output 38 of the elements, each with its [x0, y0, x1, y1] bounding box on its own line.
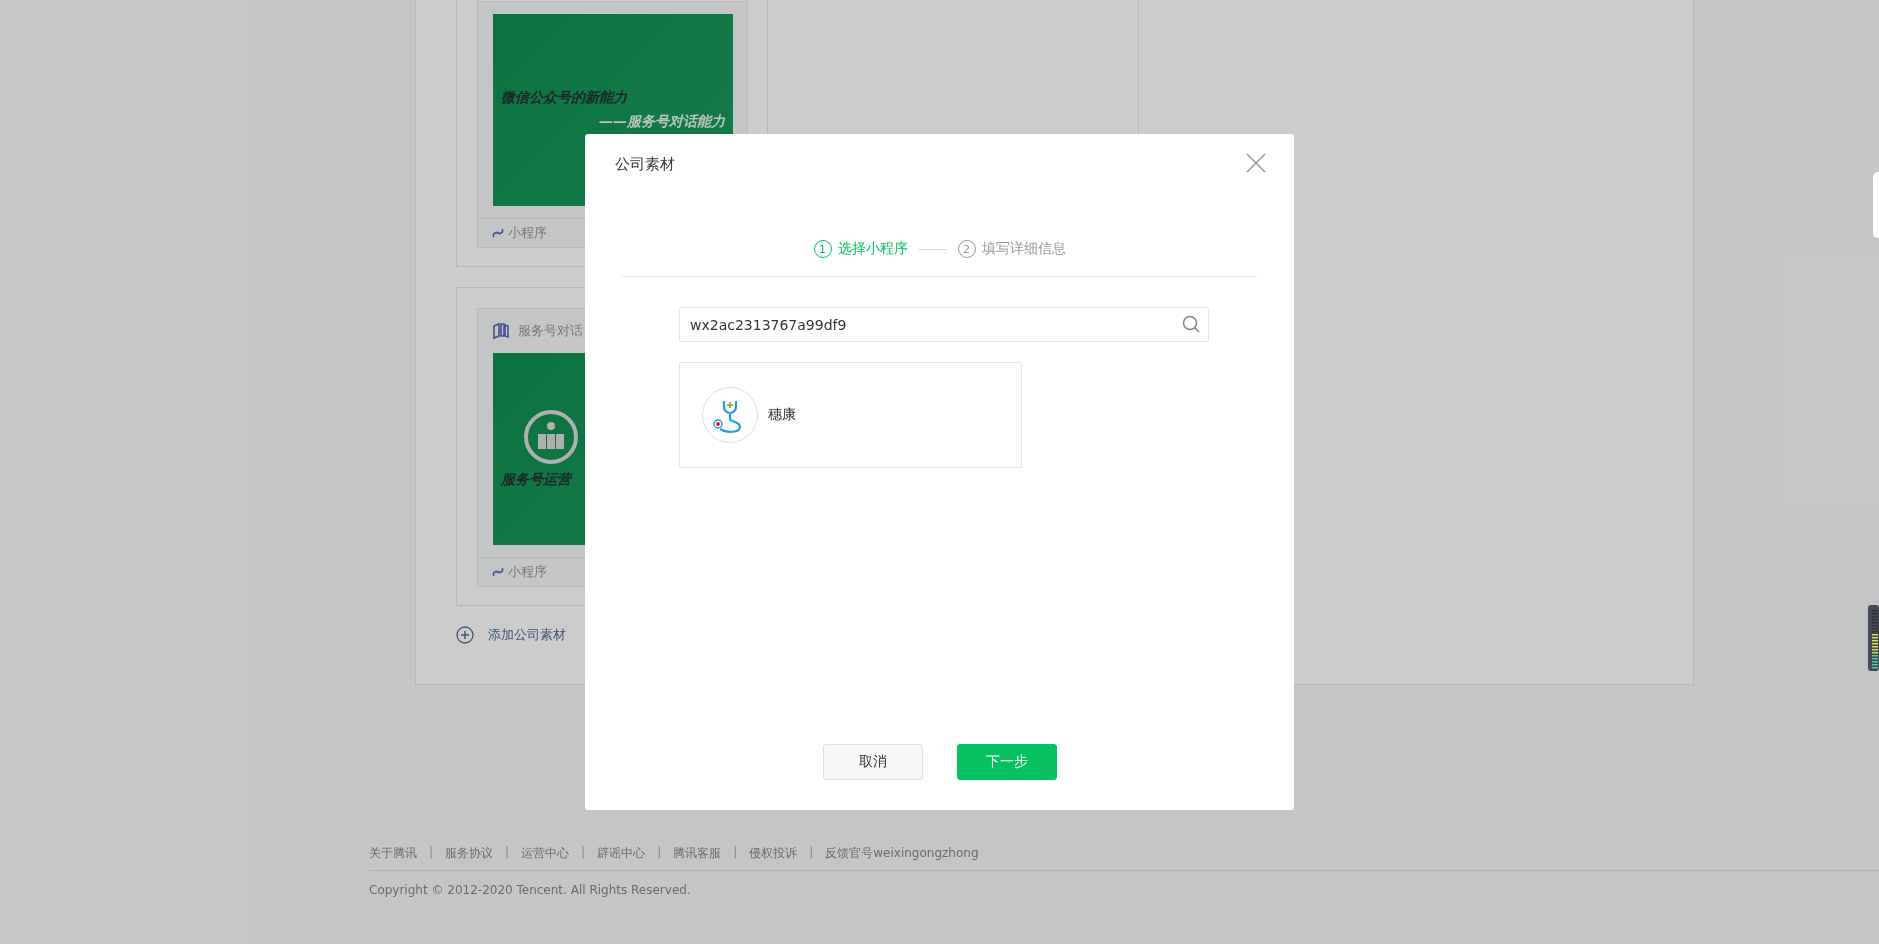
- cover-text: 服务号运营: [501, 471, 571, 489]
- search-icon[interactable]: [1182, 315, 1200, 333]
- search-field[interactable]: wx2ac2313767a99df9: [679, 307, 1209, 342]
- link-separator: |: [809, 845, 814, 861]
- link-separator: |: [733, 845, 738, 861]
- link-separator: |: [581, 845, 586, 861]
- book-icon: [492, 322, 510, 340]
- link-icon: [492, 566, 504, 578]
- person-logo-icon: [523, 409, 579, 465]
- step: 1 选择小程序: [813, 240, 908, 258]
- link-separator: |: [429, 845, 434, 861]
- step: 2 填写详细信息: [957, 240, 1066, 258]
- mini-program-card[interactable]: 穗康: [679, 362, 1022, 468]
- close-button[interactable]: [1245, 153, 1267, 175]
- link-icon: [492, 227, 504, 239]
- footer-link[interactable]: 关于腾讯: [369, 845, 417, 862]
- next-button[interactable]: 下一步: [956, 744, 1057, 780]
- level-meter-icon: [1868, 605, 1879, 671]
- type-label: 小程序: [508, 224, 547, 242]
- footer-link[interactable]: 反馈官号weixingongzhong: [825, 845, 979, 862]
- copyright-text: Copyright © 2012-2020 Tencent. All Rights Reserved.: [369, 883, 692, 897]
- footer-link[interactable]: 运营中心: [521, 845, 570, 862]
- cover-text: ——服务号对话能力: [599, 113, 725, 131]
- add-icon[interactable]: [456, 626, 474, 644]
- dialog-title: 公司素材: [615, 154, 675, 174]
- link-separator: |: [657, 845, 662, 861]
- mini-program-name: 穗康: [768, 406, 796, 424]
- type-label: 小程序: [508, 563, 547, 581]
- cover-text: 微信公众号的新能力: [501, 89, 627, 107]
- material-title: 服务号对话: [518, 322, 583, 340]
- add-material-link[interactable]: 添加公司素材: [488, 626, 566, 644]
- cancel-button[interactable]: 取消: [822, 744, 923, 780]
- footer-link[interactable]: 服务协议: [445, 845, 494, 862]
- stethoscope-avatar-icon: [702, 387, 758, 443]
- footer-link[interactable]: 腾讯客服: [673, 845, 722, 862]
- footer-link[interactable]: 侵权投诉: [749, 845, 798, 862]
- link-separator: |: [505, 845, 510, 861]
- footer-link[interactable]: 辟谣中心: [597, 845, 646, 862]
